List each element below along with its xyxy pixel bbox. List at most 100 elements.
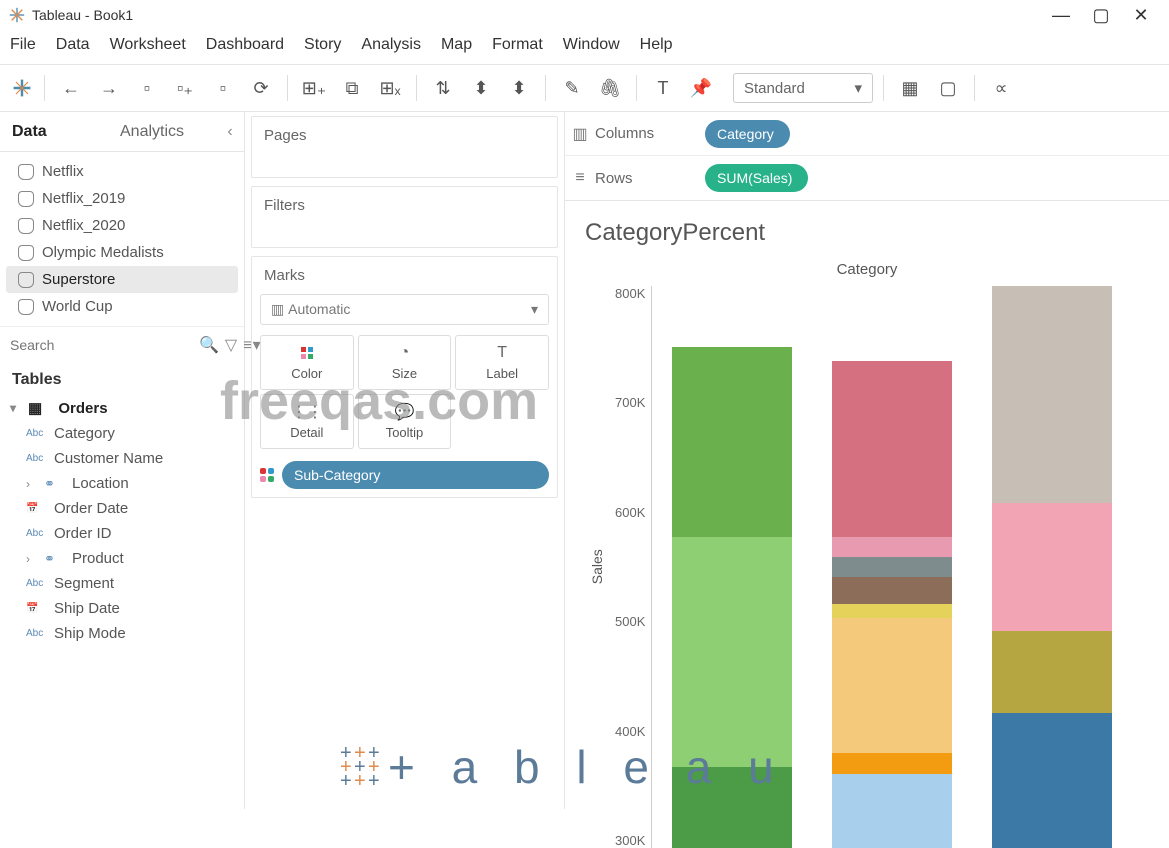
field-item[interactable]: AbcOrder ID: [0, 521, 244, 546]
marks-color-button[interactable]: Color: [260, 335, 354, 390]
menubar: File Data Worksheet Dashboard Story Anal…: [0, 30, 1169, 65]
datasource-icon: [18, 299, 34, 315]
sort-desc-button[interactable]: ⬍: [503, 73, 535, 103]
show-me-button[interactable]: ▦: [894, 73, 926, 103]
field-type-icon: Abc: [26, 428, 48, 439]
field-item[interactable]: AbcSegment: [0, 571, 244, 596]
menu-analysis[interactable]: Analysis: [361, 36, 421, 54]
size-icon: ◔: [363, 342, 447, 364]
filters-shelf[interactable]: Filters: [251, 186, 558, 248]
tableau-icon[interactable]: [10, 76, 34, 100]
collapse-sidebar-icon[interactable]: ‹: [216, 123, 244, 141]
columns-shelf[interactable]: ▥ Columns Category: [565, 112, 1169, 156]
menu-story[interactable]: Story: [304, 36, 341, 54]
color-pill[interactable]: Sub-Category: [282, 461, 549, 489]
maximize-button[interactable]: ▢: [1081, 5, 1121, 26]
menu-data[interactable]: Data: [56, 36, 90, 54]
pin-button[interactable]: 📌: [685, 73, 717, 103]
menu-worksheet[interactable]: Worksheet: [110, 36, 186, 54]
minimize-button[interactable]: —: [1041, 5, 1081, 26]
field-type-icon: Abc: [26, 578, 48, 589]
columns-pill[interactable]: Category: [705, 120, 790, 148]
clear-button[interactable]: ⊞ₓ: [374, 73, 406, 103]
search-input[interactable]: [8, 333, 193, 357]
field-item[interactable]: AbcCategory: [0, 421, 244, 446]
toolbar: ← → ▫ ▫₊ ▫ ⟳ ⊞₊ ⧉ ⊞ₓ ⇅ ⬍ ⬍ ✎ 🖇 T 📌 Stand…: [0, 65, 1169, 112]
pause-auto-updates-button[interactable]: ▫: [207, 73, 239, 103]
marks-card: Marks ▥ Automatic ▾ Color ◔Size TLabel ⋮…: [251, 256, 558, 498]
datasource-item-active[interactable]: Superstore: [6, 266, 238, 293]
search-icon[interactable]: 🔍: [199, 335, 219, 355]
window-title: Tableau - Book1: [32, 7, 133, 23]
datasource-icon: [18, 218, 34, 234]
menu-file[interactable]: File: [10, 36, 36, 54]
field-item[interactable]: 📅Order Date: [0, 496, 244, 521]
highlight-button[interactable]: ✎: [556, 73, 588, 103]
datasource-item[interactable]: World Cup: [6, 293, 238, 320]
menu-window[interactable]: Window: [563, 36, 620, 54]
date-icon: 📅: [26, 603, 48, 614]
share-button[interactable]: ∝: [985, 73, 1017, 103]
redo-button[interactable]: →: [93, 73, 125, 103]
rows-pill[interactable]: SUM(Sales): [705, 164, 808, 192]
fit-dropdown-label: Standard: [744, 80, 805, 97]
new-worksheet-button[interactable]: ⊞₊: [298, 73, 330, 103]
new-datasource-button[interactable]: ▫₊: [169, 73, 201, 103]
label-icon: T: [460, 342, 544, 364]
tab-analytics[interactable]: Analytics: [108, 115, 216, 149]
datasource-item[interactable]: Netflix: [6, 158, 238, 185]
field-item[interactable]: ›⚭Location: [0, 471, 244, 496]
color-icon: [265, 342, 349, 364]
duplicate-button[interactable]: ⧉: [336, 73, 368, 103]
fit-dropdown[interactable]: Standard ▾: [733, 73, 873, 103]
show-labels-button[interactable]: T: [647, 73, 679, 103]
hierarchy-icon: ⚭: [44, 551, 66, 567]
chart-bars[interactable]: [651, 286, 1157, 848]
marks-tooltip-button[interactable]: 💬Tooltip: [358, 394, 452, 449]
save-button[interactable]: ▫: [131, 73, 163, 103]
menu-dashboard[interactable]: Dashboard: [206, 36, 284, 54]
chevron-down-icon: ▾: [531, 301, 538, 318]
presentation-button[interactable]: ▢: [932, 73, 964, 103]
field-item[interactable]: AbcCustomer Name: [0, 446, 244, 471]
refresh-button[interactable]: ⟳: [245, 73, 277, 103]
field-type-icon: Abc: [26, 528, 48, 539]
marks-detail-button[interactable]: ⋮⋮Detail: [260, 394, 354, 449]
field-list: ▾▦ Orders AbcCategory AbcCustomer Name ›…: [0, 393, 244, 656]
menu-format[interactable]: Format: [492, 36, 543, 54]
rows-icon: ≡: [565, 169, 595, 187]
menu-help[interactable]: Help: [640, 36, 673, 54]
hierarchy-icon: ⚭: [44, 476, 66, 492]
field-item[interactable]: AbcShip Mode: [0, 621, 244, 646]
datasource-list: Netflix Netflix_2019 Netflix_2020 Olympi…: [0, 152, 244, 326]
close-button[interactable]: ✕: [1121, 5, 1161, 26]
marks-type-dropdown[interactable]: ▥ Automatic ▾: [260, 294, 549, 325]
rows-shelf[interactable]: ≡ Rows SUM(Sales): [565, 156, 1169, 200]
field-type-icon: Abc: [26, 628, 48, 639]
marks-size-button[interactable]: ◔Size: [358, 335, 452, 390]
datasource-item[interactable]: Netflix_2020: [6, 212, 238, 239]
datasource-item[interactable]: Netflix_2019: [6, 185, 238, 212]
datasource-item[interactable]: Olympic Medalists: [6, 239, 238, 266]
axis-top-label: Category: [565, 261, 1169, 278]
filter-icon[interactable]: ▽: [225, 335, 237, 355]
field-group[interactable]: ▾▦ Orders: [0, 395, 244, 421]
group-button[interactable]: 🖇: [594, 73, 626, 103]
tableau-logo-icon: [8, 6, 26, 24]
tab-data[interactable]: Data: [0, 115, 108, 149]
field-item[interactable]: ›⚭Product: [0, 546, 244, 571]
undo-button[interactable]: ←: [55, 73, 87, 103]
viz-area: ▥ Columns Category ≡ Rows SUM(Sales) Cat…: [565, 112, 1169, 809]
viz-title[interactable]: CategoryPercent: [565, 201, 1169, 255]
sort-asc-button[interactable]: ⬍: [465, 73, 497, 103]
pages-shelf[interactable]: Pages: [251, 116, 558, 178]
sidebar: Data Analytics ‹ Netflix Netflix_2019 Ne…: [0, 112, 245, 809]
y-axis-label: Sales: [585, 286, 609, 848]
swap-button[interactable]: ⇅: [427, 73, 459, 103]
color-dots-icon: [260, 468, 274, 482]
chart[interactable]: Sales 800K700K600K500K400K300K: [565, 278, 1169, 848]
marks-label-button[interactable]: TLabel: [455, 335, 549, 390]
menu-map[interactable]: Map: [441, 36, 472, 54]
titlebar: Tableau - Book1 — ▢ ✕: [0, 0, 1169, 30]
field-item[interactable]: 📅Ship Date: [0, 596, 244, 621]
